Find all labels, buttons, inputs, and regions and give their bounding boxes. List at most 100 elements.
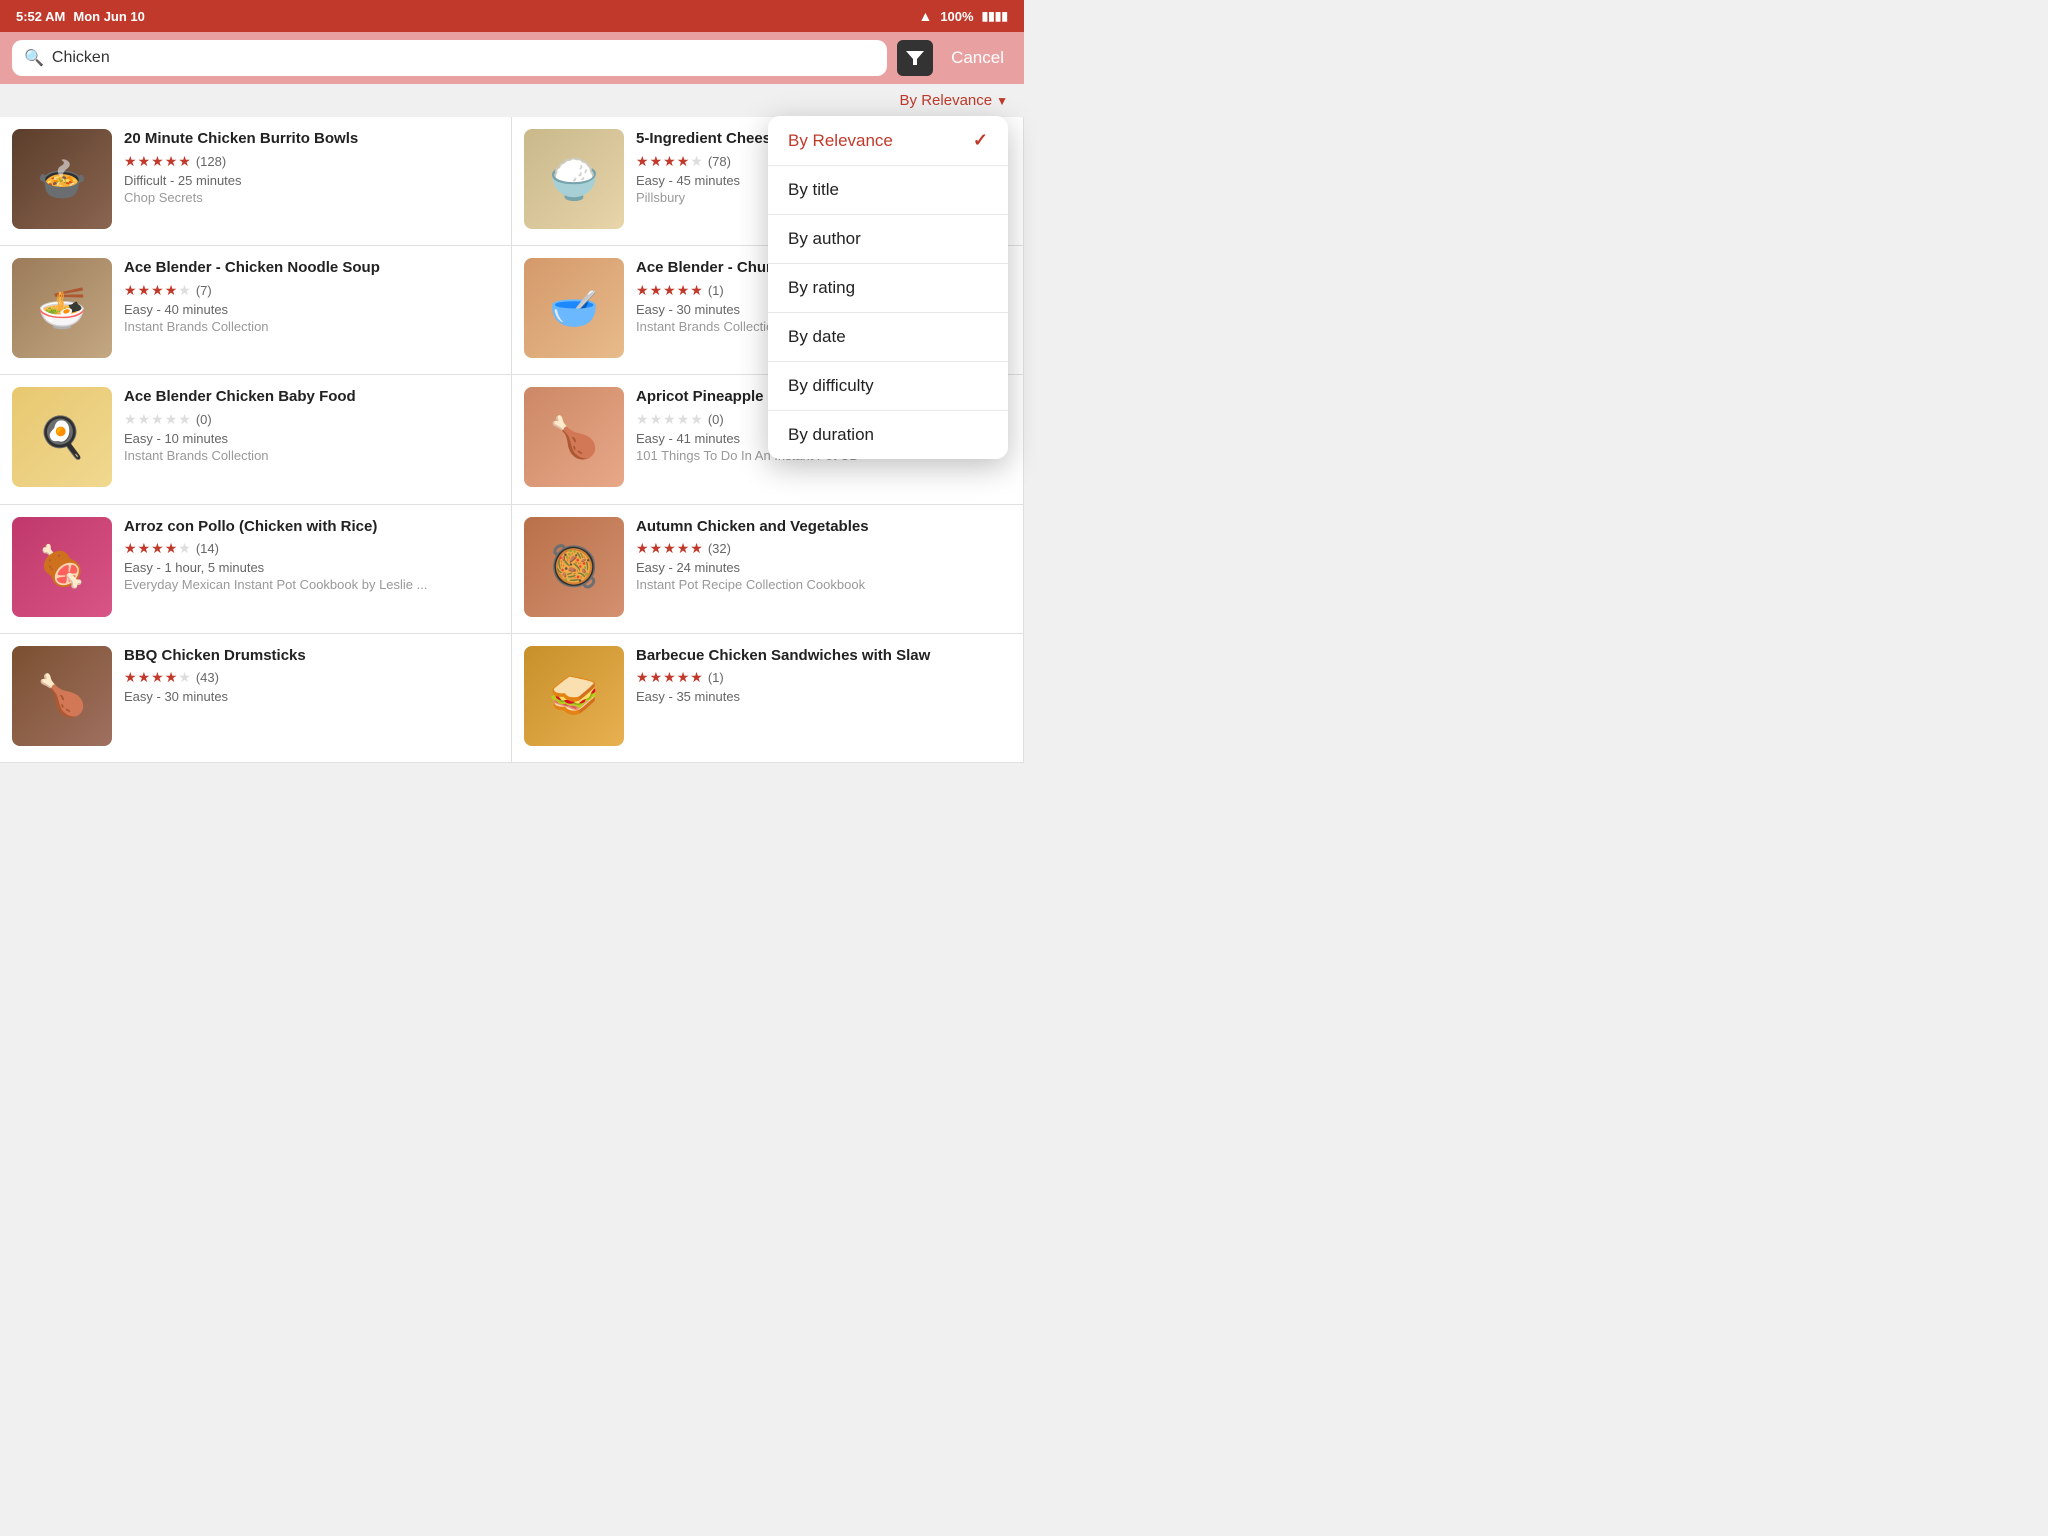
recipe-meta: Difficult - 25 minutes [124, 173, 499, 188]
recipe-thumb-emoji: 🥘 [524, 517, 624, 617]
sort-option-rating[interactable]: By rating [768, 264, 1008, 313]
recipe-thumbnail: 🍳 [12, 387, 112, 487]
sort-arrow-icon: ▼ [996, 94, 1008, 108]
recipe-thumb-emoji: 🥪 [524, 646, 624, 746]
recipe-stars: ★★★★★ (128) [124, 153, 499, 170]
recipe-item[interactable]: 🍗 BBQ Chicken Drumsticks ★★★★★ (43) Easy… [0, 634, 512, 763]
sort-option-label: By duration [788, 425, 874, 445]
recipe-thumb-emoji: 🍖 [12, 517, 112, 617]
recipe-thumbnail: 🍗 [524, 387, 624, 487]
recipe-title: Arroz con Pollo (Chicken with Rice) [124, 517, 499, 537]
sort-option-title[interactable]: By title [768, 166, 1008, 215]
search-icon: 🔍 [24, 48, 44, 68]
recipe-title: Barbecue Chicken Sandwiches with Slaw [636, 646, 1011, 666]
recipe-item[interactable]: 🍖 Arroz con Pollo (Chicken with Rice) ★★… [0, 505, 512, 634]
sort-option-label: By difficulty [788, 376, 874, 396]
review-count: (1) [708, 670, 724, 685]
cancel-button[interactable]: Cancel [943, 44, 1012, 72]
wifi-icon: ▲ [918, 8, 932, 24]
status-bar: 5:52 AM Mon Jun 10 ▲ 100% ▮▮▮▮ [0, 0, 1024, 32]
sort-option-relevance[interactable]: By Relevance ✓ [768, 116, 1008, 166]
recipe-meta: Easy - 40 minutes [124, 302, 499, 317]
stars-display: ★★★★★ [636, 540, 704, 557]
recipe-item[interactable]: 🍳 Ace Blender Chicken Baby Food ★★★★★ (0… [0, 375, 512, 504]
review-count: (128) [196, 154, 226, 169]
recipe-item[interactable]: 🥘 Autumn Chicken and Vegetables ★★★★★ (3… [512, 505, 1024, 634]
search-input-wrap: 🔍 [12, 40, 887, 76]
recipe-meta: Easy - 35 minutes [636, 689, 1011, 704]
recipe-info: Arroz con Pollo (Chicken with Rice) ★★★★… [124, 517, 499, 593]
recipe-item[interactable]: 🍲 20 Minute Chicken Burrito Bowls ★★★★★ … [0, 117, 512, 246]
status-left: 5:52 AM Mon Jun 10 [16, 9, 145, 24]
check-icon: ✓ [973, 130, 988, 151]
stars-display: ★★★★★ [636, 153, 704, 170]
recipe-meta: Easy - 10 minutes [124, 431, 499, 446]
recipe-thumb-emoji: 🍜 [12, 258, 112, 358]
review-count: (1) [708, 283, 724, 298]
stars-display: ★★★★★ [636, 411, 704, 428]
review-count: (43) [196, 670, 219, 685]
search-input[interactable] [52, 49, 875, 67]
stars-display: ★★★★★ [124, 540, 192, 557]
recipe-thumbnail: 🥘 [524, 517, 624, 617]
sort-option-label: By rating [788, 278, 855, 298]
sort-dropdown-trigger[interactable]: By Relevance ▼ [900, 92, 1008, 109]
review-count: (0) [196, 412, 212, 427]
sort-option-label: By Relevance [788, 131, 893, 151]
stars-display: ★★★★★ [124, 153, 192, 170]
review-count: (0) [708, 412, 724, 427]
filter-button[interactable] [897, 40, 933, 76]
recipe-info: BBQ Chicken Drumsticks ★★★★★ (43) Easy -… [124, 646, 499, 707]
recipe-author: Everyday Mexican Instant Pot Cookbook by… [124, 577, 499, 592]
recipe-thumbnail: 🍜 [12, 258, 112, 358]
recipe-author: Instant Pot Recipe Collection Cookbook [636, 577, 1011, 592]
sort-option-author[interactable]: By author [768, 215, 1008, 264]
recipe-title: Ace Blender - Chicken Noodle Soup [124, 258, 499, 278]
recipe-thumb-emoji: 🍚 [524, 129, 624, 229]
recipe-thumbnail: 🍖 [12, 517, 112, 617]
recipe-item[interactable]: 🥪 Barbecue Chicken Sandwiches with Slaw … [512, 634, 1024, 763]
sort-bar: By Relevance ▼ [0, 84, 1024, 117]
search-bar: 🔍 Cancel [0, 32, 1024, 84]
recipe-info: Ace Blender Chicken Baby Food ★★★★★ (0) … [124, 387, 499, 463]
recipe-info: 20 Minute Chicken Burrito Bowls ★★★★★ (1… [124, 129, 499, 205]
sort-option-duration[interactable]: By duration [768, 411, 1008, 459]
review-count: (14) [196, 541, 219, 556]
review-count: (78) [708, 154, 731, 169]
recipe-thumbnail: 🍗 [12, 646, 112, 746]
recipe-item[interactable]: 🍜 Ace Blender - Chicken Noodle Soup ★★★★… [0, 246, 512, 375]
recipe-meta: Easy - 30 minutes [124, 689, 499, 704]
recipe-meta: Easy - 24 minutes [636, 560, 1011, 575]
review-count: (7) [196, 283, 212, 298]
recipe-stars: ★★★★★ (32) [636, 540, 1011, 557]
sort-dropdown: By Relevance ✓ By title By author By rat… [768, 116, 1008, 459]
sort-option-difficulty[interactable]: By difficulty [768, 362, 1008, 411]
stars-display: ★★★★★ [636, 669, 704, 686]
recipe-thumbnail: 🥪 [524, 646, 624, 746]
recipe-thumb-emoji: 🍗 [12, 646, 112, 746]
sort-option-label: By date [788, 327, 846, 347]
recipe-thumbnail: 🍚 [524, 129, 624, 229]
recipe-stars: ★★★★★ (0) [124, 411, 499, 428]
stars-display: ★★★★★ [124, 411, 192, 428]
recipe-author: Chop Secrets [124, 190, 499, 205]
sort-option-date[interactable]: By date [768, 313, 1008, 362]
recipe-info: Autumn Chicken and Vegetables ★★★★★ (32)… [636, 517, 1011, 593]
recipe-thumb-emoji: 🍳 [12, 387, 112, 487]
recipe-thumb-emoji: 🍲 [12, 129, 112, 229]
sort-current-label: By Relevance [900, 92, 993, 109]
recipe-title: Ace Blender Chicken Baby Food [124, 387, 499, 407]
recipe-meta: Easy - 1 hour, 5 minutes [124, 560, 499, 575]
recipe-title: Autumn Chicken and Vegetables [636, 517, 1011, 537]
recipe-author: Instant Brands Collection [124, 319, 499, 334]
review-count: (32) [708, 541, 731, 556]
recipe-author: Instant Brands Collection [124, 448, 499, 463]
sort-option-label: By title [788, 180, 839, 200]
sort-option-label: By author [788, 229, 861, 249]
status-right: ▲ 100% ▮▮▮▮ [918, 8, 1008, 24]
recipe-title: BBQ Chicken Drumsticks [124, 646, 499, 666]
filter-icon [906, 51, 924, 65]
time-label: 5:52 AM [16, 9, 65, 24]
date-label: Mon Jun 10 [73, 9, 145, 24]
recipe-stars: ★★★★★ (14) [124, 540, 499, 557]
